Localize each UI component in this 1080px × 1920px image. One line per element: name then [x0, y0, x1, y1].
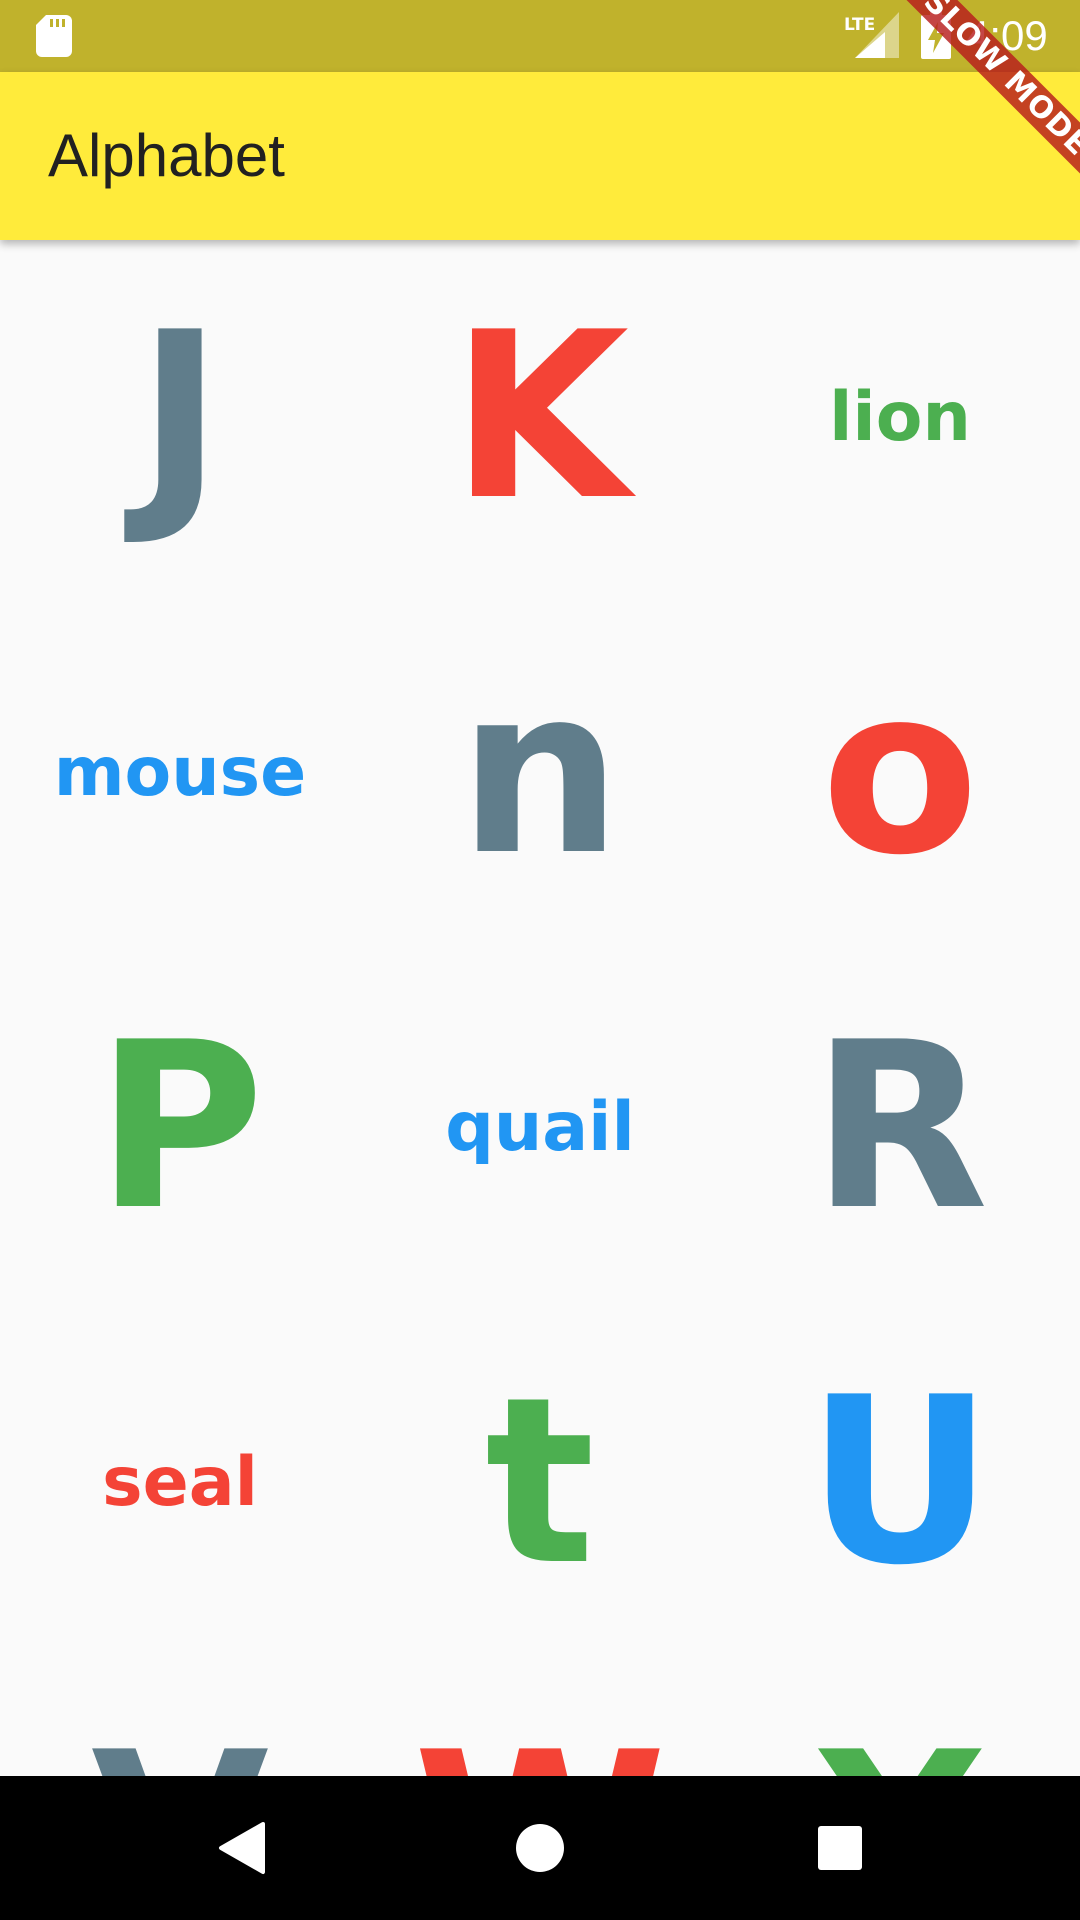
letter-tile-k[interactable]: K	[360, 240, 720, 595]
letter-tile-o[interactable]: o	[720, 595, 1080, 950]
letter-tile-v[interactable]: V	[0, 1660, 360, 1776]
letter-tile-seal[interactable]: seal	[0, 1305, 360, 1660]
letter-tile-quail[interactable]: quail	[360, 950, 720, 1305]
home-icon[interactable]	[516, 1824, 564, 1872]
sd-card-icon	[36, 15, 72, 57]
letter-tile-mouse[interactable]: mouse	[0, 595, 360, 950]
letter-tile-r[interactable]: R	[720, 950, 1080, 1305]
recents-icon[interactable]	[818, 1826, 862, 1870]
app-title: Alphabet	[48, 122, 285, 189]
letter-tile-p[interactable]: P	[0, 950, 360, 1305]
letter-tile-u[interactable]: U	[720, 1305, 1080, 1660]
letter-tile-j[interactable]: J	[0, 240, 360, 595]
letter-tile-x[interactable]: X	[720, 1660, 1080, 1776]
lte-signal-icon: LTE	[844, 12, 899, 58]
app-bar: Alphabet	[0, 72, 1080, 240]
letter-tile-lion[interactable]: lion	[720, 240, 1080, 595]
letter-tile-w[interactable]: W	[360, 1660, 720, 1776]
letter-tile-t[interactable]: t	[360, 1305, 720, 1660]
network-type-label: LTE	[844, 15, 875, 35]
alphabet-grid[interactable]: JKlion mouseno PquailRsealtU VWX	[0, 240, 1080, 1776]
letter-tile-n[interactable]: n	[360, 595, 720, 950]
navigation-bar	[0, 1776, 1080, 1920]
back-icon[interactable]	[215, 1820, 267, 1876]
